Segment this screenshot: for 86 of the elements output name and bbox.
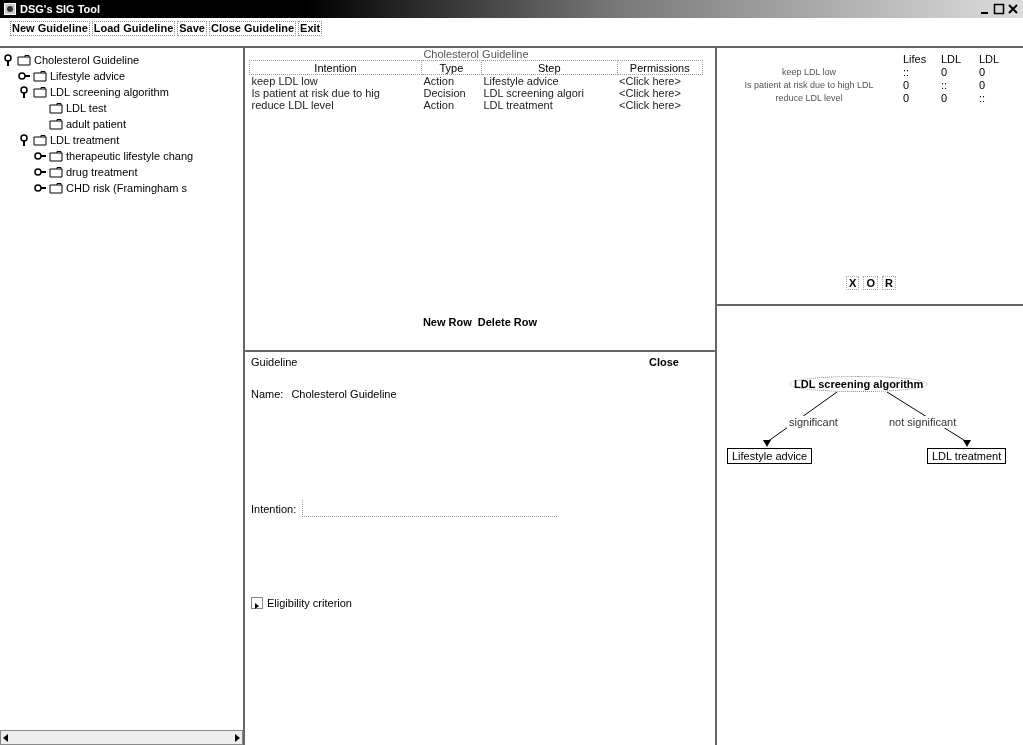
horizontal-scrollbar[interactable] [0,730,243,745]
expand-icon[interactable] [253,602,261,610]
matrix-cell-text: 0 [978,65,987,78]
toolbar-button[interactable]: New Guideline [10,20,90,36]
tree-item[interactable]: LDL treatment [50,134,120,146]
collapsed-handle-icon[interactable] [34,166,46,178]
app-icon [4,3,16,15]
folder-icon [33,86,47,98]
row-label: Is patient at risk due to high LDL [743,79,875,90]
table-cell-text: LDL screening algori [482,87,585,99]
tree-item[interactable]: Cholesterol Guideline [34,54,140,66]
collapsed-handle-icon[interactable] [34,182,46,194]
name-value: Cholesterol Guideline [291,388,397,400]
close-icon[interactable] [1007,3,1019,15]
matrix-cell-text: :: [978,91,987,104]
logic-button[interactable]: X [846,276,860,290]
column-header[interactable]: Type [421,60,482,75]
collapsed-handle-icon[interactable] [34,150,46,162]
expand-button[interactable] [251,597,263,609]
folder-icon [17,54,31,66]
panel-title: Guideline [251,356,298,368]
graph-node[interactable]: LDL treatment [927,448,1007,464]
toolbar-button[interactable]: Exit [298,20,323,36]
table-cell-text: <Click here> [618,99,682,111]
matrix-cell-text: 0 [940,65,949,78]
expanded-handle-icon[interactable] [2,54,14,66]
window-title: DSG's SIG Tool [20,3,101,15]
intention-label: Intention: [251,502,297,515]
folder-icon [49,118,63,130]
table-cell-text: Action [422,99,455,111]
table-cell: <Click here> [617,74,703,87]
column-header[interactable]: Step [481,60,618,75]
matrix-cell-text: :: [940,78,949,91]
row-button[interactable]: Delete Row [477,316,538,328]
tree-item[interactable]: CHD risk (Framingham s [66,182,187,194]
folder-icon [49,182,63,194]
row-button[interactable]: New Row [422,316,472,328]
close-button[interactable]: Close [649,356,679,368]
table-cell: Action [421,74,482,87]
tree-item[interactable]: Lifestyle advice [50,70,126,82]
tree-item[interactable]: drug treatment [66,166,138,178]
expanded-handle-icon[interactable] [18,134,30,146]
column-header[interactable]: Permissions [617,60,703,75]
scroll-left-icon[interactable] [1,732,11,743]
maximize-icon[interactable] [993,3,1005,15]
column-header[interactable]: Lifes [899,52,937,65]
table-cell-text: Is patient at risk due to hig [250,87,381,99]
table-cell: Lifestyle advice [481,74,618,87]
toolbar-button[interactable]: Close Guideline [208,20,297,36]
row-label: reduce LDL level [774,92,844,103]
column-header[interactable]: LDL [975,52,1013,65]
table-cell: reduce LDL level [249,99,422,111]
table-cell: keep LDL low [249,74,422,87]
tree-item[interactable]: LDL screening algorithm [50,86,169,98]
edge-label: not significant [887,416,959,428]
edge-label: significant [787,416,840,428]
matrix-cell-text: 0 [902,91,911,104]
folder-icon [33,70,47,82]
toolbar-button[interactable]: Save [177,20,207,36]
matrix-cell-text: 0 [940,91,949,104]
table-cell-text: Decision [422,87,467,99]
folder-icon [49,150,63,162]
table-cell-text: <Click here> [618,87,682,99]
folder-icon [49,166,63,178]
matrix-cell-text: 0 [902,78,911,91]
tree-item[interactable]: LDL test [66,102,107,114]
folder-icon [49,102,63,114]
eligibility-label: Eligibility criterion [267,597,352,609]
row-label: keep LDL low [780,66,838,77]
table-cell: LDL treatment [481,99,618,111]
scroll-right-icon[interactable] [232,732,242,743]
graph-node[interactable]: Lifestyle advice [727,448,813,464]
column-header[interactable]: LDL [937,52,975,65]
collapsed-handle-icon[interactable] [18,70,30,82]
column-header[interactable]: Intention [249,60,422,75]
toolbar-button[interactable]: Load Guideline [91,20,176,36]
matrix-cell-text: 0 [978,78,987,91]
matrix-cell-text: :: [902,65,911,78]
logic-button[interactable]: O [863,276,878,290]
name-label: Name: [251,388,284,400]
expanded-handle-icon[interactable] [18,86,30,98]
folder-icon [33,134,47,146]
tree-item[interactable]: adult patient [66,118,126,130]
tree-item[interactable]: therapeutic lifestyle chang [66,150,194,162]
table-title: Cholesterol Guideline [422,48,530,60]
logic-button[interactable]: R [881,276,896,290]
